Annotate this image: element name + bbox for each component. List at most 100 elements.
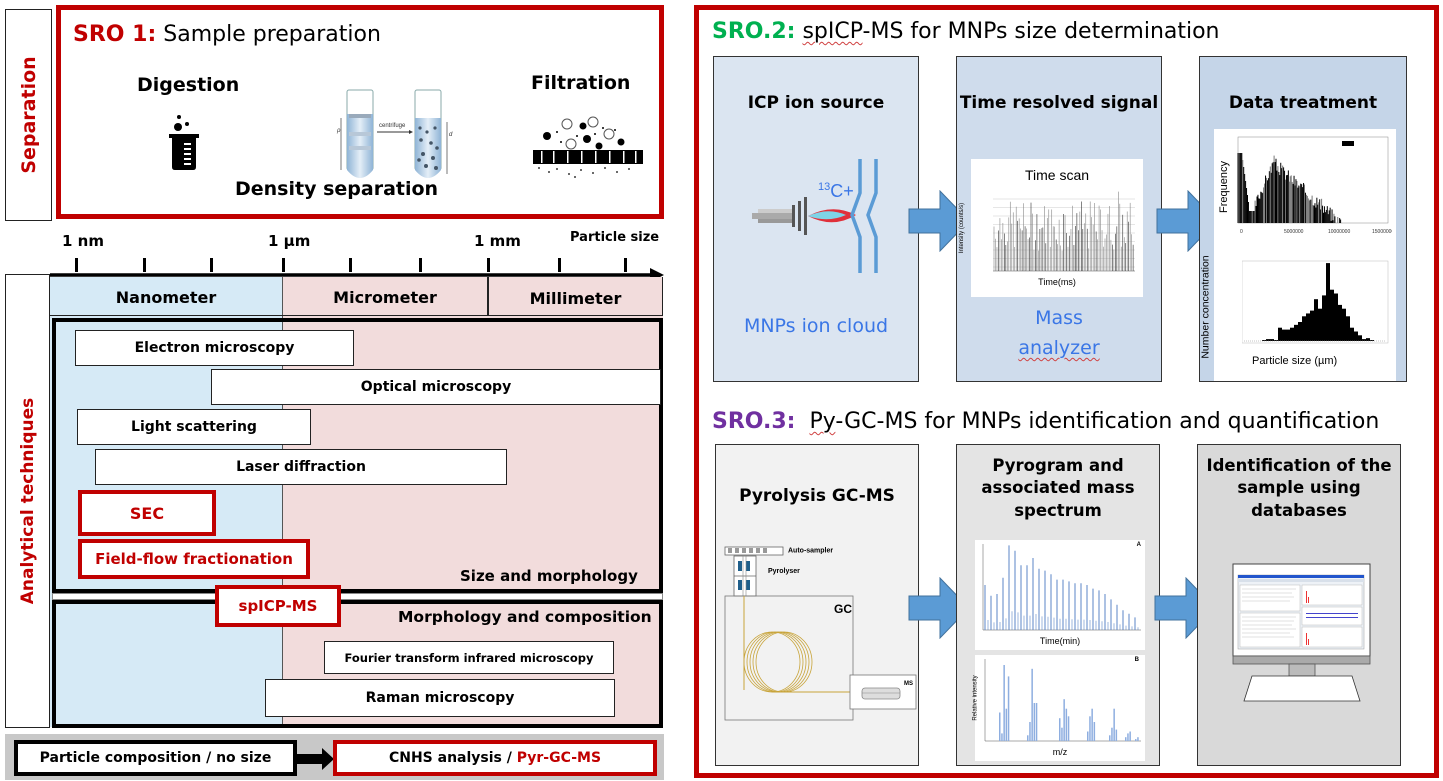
mass-spectrum-bar bbox=[1087, 731, 1089, 741]
icp-torch-icon bbox=[752, 159, 878, 273]
step-title: Pyrogram and associated mass spectrum bbox=[957, 455, 1159, 522]
mass-spectrum-plot bbox=[984, 659, 1141, 742]
sro1-title: SRO 1: Sample preparation bbox=[73, 22, 381, 47]
pyrogram-chart: A Time(min) bbox=[975, 540, 1145, 650]
analyzer-label: analyzer bbox=[957, 337, 1161, 359]
cnhs-analysis-text: CNHS analysis bbox=[388, 750, 507, 766]
time-scan-title: Time scan bbox=[1024, 167, 1090, 183]
mass-spectrum-bar bbox=[1125, 737, 1127, 741]
mass-spectrum-chart: B Relative intensity m/z bbox=[972, 655, 1145, 761]
sro2-key: SRO.2: bbox=[712, 19, 796, 44]
sro3-title-text: -GC-MS for MNPs identification and quant… bbox=[835, 409, 1380, 434]
separation-label: Separation bbox=[17, 56, 40, 174]
particle-size-distribution bbox=[1242, 260, 1389, 344]
mass-spectrum-bar bbox=[1127, 733, 1129, 741]
ion-isotope: 13 bbox=[818, 181, 831, 193]
technique-field-flow-fractionation: Field-flow fractionation bbox=[78, 539, 310, 579]
mass-spectrum-bar bbox=[1109, 735, 1111, 741]
rho-label: ρ bbox=[336, 128, 341, 134]
distribution-bar bbox=[1282, 329, 1286, 341]
sro3-step-identification: Identification of the sample using datab… bbox=[1197, 444, 1401, 766]
sro2-title-spicp: spICP bbox=[802, 19, 863, 44]
technique-electron-microscopy: Electron microscopy bbox=[75, 330, 354, 366]
x-tick-label: 15000000 bbox=[1372, 229, 1392, 235]
distribution-bar bbox=[1278, 327, 1282, 341]
group-separator bbox=[52, 593, 663, 600]
sro2-title-text: -MS for MNPs size determination bbox=[862, 19, 1220, 44]
autosampler-label: Auto-sampler bbox=[788, 548, 833, 555]
distribution-bar bbox=[1294, 324, 1298, 341]
distribution-bar bbox=[1350, 327, 1354, 341]
technique-optical-microscopy: Optical microscopy bbox=[211, 369, 661, 405]
mass-spectrum-bar bbox=[1135, 739, 1137, 741]
sro3-step-pyrogram: Pyrogram and associated mass spectrum A … bbox=[956, 444, 1160, 766]
filter-membrane-icon bbox=[533, 116, 643, 178]
mass-spectrum-xlabel: m/z bbox=[1052, 747, 1068, 757]
size-morphology-label: Size and morphology bbox=[460, 567, 638, 585]
distribution-bar bbox=[1358, 335, 1362, 341]
number-concentration-ylabel: Number concentration bbox=[1199, 255, 1212, 359]
tick-label-1mm: 1 mm bbox=[474, 232, 521, 250]
separation-side-label: Separation bbox=[5, 9, 52, 221]
composition-arrow-icon bbox=[296, 748, 334, 770]
mass-spectrum-ylabel: Relative intensity bbox=[972, 675, 979, 721]
mass-spectrum-bar bbox=[999, 712, 1001, 741]
distribution-bar bbox=[1366, 338, 1370, 341]
sro3-key: SRO.3: bbox=[712, 409, 796, 434]
distribution-bar bbox=[1318, 308, 1322, 341]
technique-spicp-ms: spICP-MS bbox=[215, 585, 341, 627]
tick-label-1nm: 1 nm bbox=[62, 232, 104, 250]
ion-label: 13C+ bbox=[818, 181, 854, 202]
mass-spectrum-bar bbox=[1035, 703, 1038, 741]
step-title-line: Pyrogram and bbox=[992, 456, 1124, 475]
mass-spectrum-bar bbox=[1129, 731, 1131, 741]
x-tick-label: 0 bbox=[1240, 229, 1243, 235]
mass-spectrum-bar bbox=[1089, 716, 1091, 741]
distribution-bar bbox=[1354, 331, 1358, 341]
time-scan-plot bbox=[993, 191, 1135, 272]
technique-light-scattering: Light scattering bbox=[77, 409, 311, 445]
time-scan-ylabel: Intensity (counts/s) bbox=[959, 202, 966, 254]
distribution-bar bbox=[1298, 322, 1302, 341]
pyr-gc-ms-text: Pyr-GC-MS bbox=[516, 750, 602, 766]
frequency-ylabel: Frequency bbox=[1217, 161, 1230, 213]
distribution-bar bbox=[1362, 339, 1366, 341]
step-title-line: Identification of the bbox=[1206, 456, 1392, 475]
sro3-title-py: Py bbox=[809, 409, 836, 434]
distribution-bar bbox=[1326, 263, 1330, 341]
distribution-bar bbox=[1342, 308, 1346, 341]
beaker-icon bbox=[169, 115, 199, 170]
mass-spectrum-bar bbox=[1007, 676, 1010, 741]
analytical-side-label: Analytical techniques bbox=[5, 274, 50, 728]
mass-spectrum-bar bbox=[1061, 727, 1063, 741]
step-title-line: spectrum bbox=[1014, 500, 1102, 520]
sro3-step-pyrolysis-gc-ms: Pyrolysis GC-MS Auto-sampler Pyrolyser G… bbox=[715, 444, 919, 766]
sro2-step-icp-ion-source: ICP ion source 13C+ MNPs ion cloud bbox=[713, 56, 919, 382]
mass-spectrum-bar bbox=[1031, 668, 1033, 741]
data-treatment-charts: 0 5000000 10000000 15000000 Frequency Numbe… bbox=[1200, 129, 1396, 381]
particle-composition-box: Particle composition / no size bbox=[14, 740, 297, 776]
mass-spectrum-bar bbox=[1005, 708, 1008, 741]
panel-a-label: A bbox=[1136, 542, 1141, 548]
range-nanometer: Nanometer bbox=[115, 288, 217, 307]
step-title-line: databases bbox=[1251, 500, 1347, 520]
range-millimeter: Millimeter bbox=[529, 289, 622, 308]
distribution-bar bbox=[1346, 316, 1350, 341]
mass-spectrum-bar bbox=[1027, 735, 1029, 741]
distribution-bar bbox=[1306, 313, 1310, 341]
distribution-bar bbox=[1310, 310, 1314, 341]
step-title-line: associated mass bbox=[981, 478, 1135, 498]
morphology-composition-label: Morphology and composition bbox=[398, 608, 652, 626]
step-title: Time resolved signal bbox=[959, 93, 1159, 113]
distribution-bar bbox=[1314, 299, 1318, 341]
distribution-bar bbox=[1302, 316, 1306, 341]
x-tick-label: 5000000 bbox=[1284, 229, 1304, 235]
centrifuge-label: centrifuge bbox=[379, 123, 406, 129]
mass-spectrum-bar bbox=[1063, 699, 1065, 741]
centrifuge-tubes-icon: centrifuge ρ d bbox=[336, 89, 453, 178]
mass-spectrum-bar bbox=[1113, 708, 1115, 741]
time-scan-xlabel: Time(ms) bbox=[971, 277, 1143, 287]
range-micrometer: Micrometer bbox=[333, 288, 437, 307]
sro3-title-space bbox=[795, 409, 809, 434]
filtration-label: Filtration bbox=[531, 72, 631, 94]
